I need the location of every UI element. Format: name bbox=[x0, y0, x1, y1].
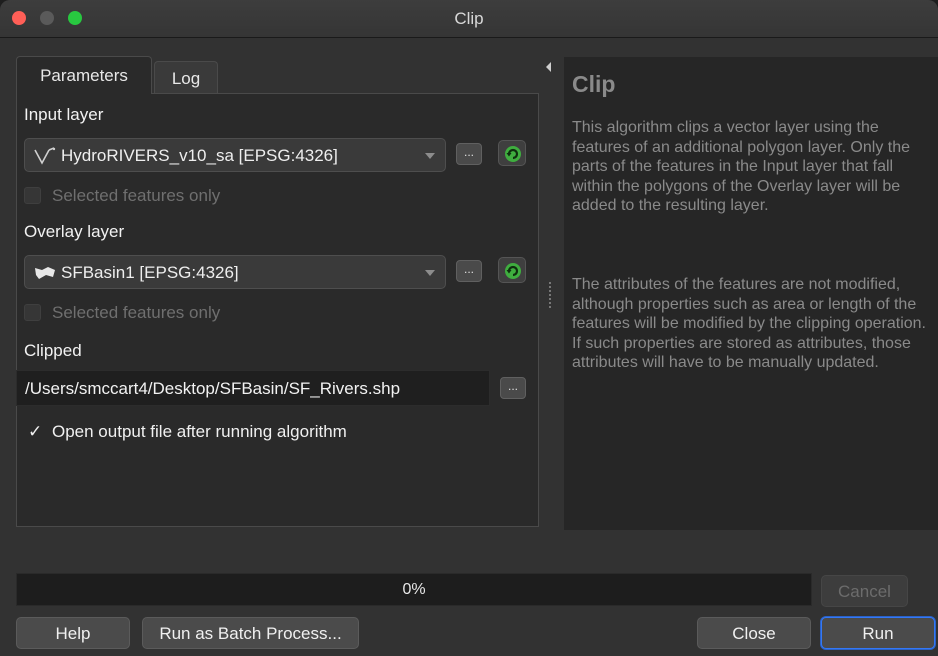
chevron-down-icon bbox=[425, 270, 435, 276]
chevron-down-icon bbox=[425, 153, 435, 159]
cancel-button[interactable]: Cancel bbox=[821, 575, 908, 607]
close-button[interactable]: Close bbox=[697, 617, 811, 649]
open-output-label: Open output file after running algorithm bbox=[52, 422, 347, 441]
polygon-layer-icon bbox=[35, 267, 55, 279]
run-as-batch-button[interactable]: Run as Batch Process... bbox=[142, 617, 359, 649]
open-output-checkbox[interactable]: ✓ bbox=[28, 422, 46, 442]
tab-log[interactable]: Log bbox=[154, 61, 218, 94]
progress-text: 0% bbox=[402, 581, 426, 598]
window-title: Clip bbox=[454, 9, 484, 28]
help-paragraph-2: The attributes of the features are not m… bbox=[572, 276, 926, 372]
input-layer-iterate-button[interactable] bbox=[498, 140, 526, 166]
overlay-selected-only-label: Selected features only bbox=[52, 303, 221, 322]
overlay-selected-only-checkbox[interactable] bbox=[24, 304, 41, 321]
input-layer-browse-button[interactable]: ... bbox=[456, 143, 482, 165]
line-layer-icon bbox=[34, 147, 56, 165]
clipped-browse-button[interactable]: ... bbox=[500, 377, 526, 399]
help-title: Clip bbox=[572, 71, 616, 97]
overlay-layer-value: SFBasin1 [EPSG:4326] bbox=[61, 263, 239, 282]
help-paragraph-1: This algorithm clips a vector layer usin… bbox=[572, 119, 910, 215]
input-selected-only-checkbox[interactable] bbox=[24, 187, 41, 204]
input-layer-combo[interactable]: HydroRIVERS_v10_sa [EPSG:4326] bbox=[24, 138, 446, 172]
collapse-help-arrow-icon[interactable] bbox=[546, 62, 551, 72]
tab-parameters[interactable]: Parameters bbox=[16, 56, 152, 94]
refresh-icon bbox=[505, 146, 521, 162]
run-button[interactable]: Run bbox=[821, 617, 935, 649]
help-button[interactable]: Help bbox=[16, 617, 130, 649]
overlay-layer-combo[interactable]: SFBasin1 [EPSG:4326] bbox=[24, 255, 446, 289]
title-bar: Clip bbox=[0, 0, 938, 38]
refresh-icon bbox=[505, 263, 521, 279]
clipped-output-field[interactable]: /Users/smccart4/Desktop/SFBasin/SF_River… bbox=[16, 370, 490, 406]
progress-bar: 0% bbox=[16, 573, 812, 606]
overlay-layer-browse-button[interactable]: ... bbox=[456, 260, 482, 282]
splitter-handle[interactable] bbox=[549, 282, 551, 308]
clipped-label: Clipped bbox=[24, 341, 82, 360]
help-pane: Clip This algorithm clips a vector layer… bbox=[564, 57, 938, 530]
input-selected-only-label: Selected features only bbox=[52, 186, 221, 205]
overlay-layer-label: Overlay layer bbox=[24, 222, 125, 241]
clip-dialog: Clip Log Parameters Input layer HydroRIV… bbox=[0, 0, 938, 656]
clipped-output-path: /Users/smccart4/Desktop/SFBasin/SF_River… bbox=[25, 379, 401, 398]
input-layer-label: Input layer bbox=[24, 105, 104, 124]
overlay-layer-iterate-button[interactable] bbox=[498, 257, 526, 283]
input-layer-value: HydroRIVERS_v10_sa [EPSG:4326] bbox=[61, 146, 338, 165]
